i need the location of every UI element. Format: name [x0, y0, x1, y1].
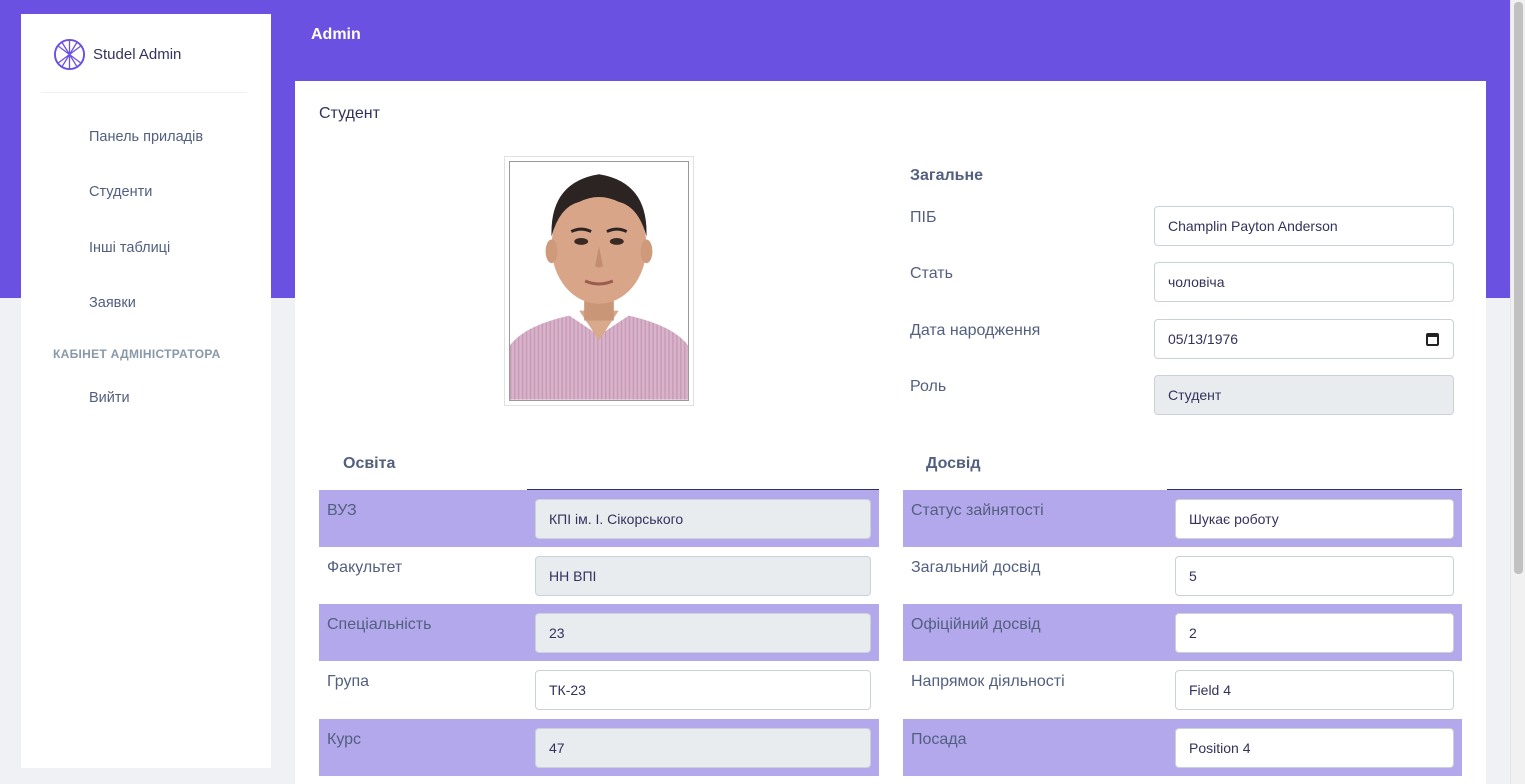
- role-field[interactable]: Студент: [1154, 375, 1454, 415]
- birthdate-value: 05/13/1976: [1168, 331, 1239, 347]
- gender-value: чоловіча: [1168, 274, 1225, 290]
- table-row: ВУЗ КПІ ім. І. Сікорського: [319, 490, 879, 547]
- specialty-value: 23: [549, 625, 565, 641]
- page-scrollbar[interactable]: [1510, 0, 1525, 784]
- experience-heading: Досвід: [926, 455, 981, 472]
- student-photo: [504, 156, 694, 406]
- employment-status-field[interactable]: Шукає роботу: [1175, 499, 1454, 539]
- sidebar: Studel Admin Панель приладів Студенти Ін…: [21, 14, 271, 768]
- sidebar-item-dashboard[interactable]: Панель приладів: [89, 129, 203, 145]
- faculty-label: Факультет: [327, 559, 403, 576]
- university-field[interactable]: КПІ ім. І. Сікорського: [535, 499, 871, 539]
- birthdate-label: Дата народження: [910, 322, 1041, 339]
- faculty-field[interactable]: НН ВПІ: [535, 556, 871, 596]
- specialty-label: Спеціальність: [327, 616, 432, 633]
- sidebar-item-logout[interactable]: Вийти: [89, 390, 130, 406]
- university-label: ВУЗ: [327, 502, 357, 519]
- table-row: Факультет НН ВПІ: [319, 547, 879, 604]
- course-label: Курс: [327, 731, 362, 748]
- table-row: Статус зайнятості Шукає роботу: [903, 490, 1462, 547]
- sidebar-item-students[interactable]: Студенти: [89, 184, 152, 200]
- table-row: Загальний досвід 5: [903, 547, 1462, 604]
- role-label: Роль: [910, 378, 947, 395]
- course-value: 47: [549, 740, 565, 756]
- brand-name: Studel Admin: [93, 45, 182, 63]
- employment-status-value: Шукає роботу: [1189, 511, 1279, 527]
- official-experience-label: Офіційний досвід: [911, 616, 1041, 633]
- brand-logo-icon: [53, 38, 86, 70]
- table-row: Напрямок діяльності Field 4: [903, 661, 1462, 718]
- group-label: Група: [327, 673, 370, 690]
- university-value: КПІ ім. І. Сікорського: [549, 511, 684, 527]
- sidebar-item-applications[interactable]: Заявки: [89, 295, 136, 311]
- field-of-activity-field[interactable]: Field 4: [1175, 670, 1454, 710]
- total-experience-field[interactable]: 5: [1175, 556, 1454, 596]
- education-heading: Освіта: [343, 455, 396, 472]
- group-field[interactable]: ТК-23: [535, 670, 871, 710]
- table-row: Спеціальність 23: [319, 604, 879, 661]
- field-of-activity-label: Напрямок діяльності: [911, 673, 1065, 690]
- position-value: Position 4: [1189, 740, 1251, 756]
- specialty-field[interactable]: 23: [535, 613, 871, 653]
- field-of-activity-value: Field 4: [1189, 682, 1232, 698]
- official-experience-value: 2: [1189, 625, 1197, 641]
- gender-field[interactable]: чоловіча: [1154, 262, 1454, 302]
- official-experience-field[interactable]: 2: [1175, 613, 1454, 653]
- full-name-label: ПІБ: [910, 209, 937, 226]
- employment-status-label: Статус зайнятості: [911, 502, 1044, 519]
- full-name-field[interactable]: Champlin Payton Anderson: [1154, 206, 1454, 246]
- position-field[interactable]: Position 4: [1175, 728, 1454, 768]
- full-name-value: Champlin Payton Anderson: [1168, 218, 1338, 234]
- portrait-icon: [510, 162, 688, 400]
- course-field[interactable]: 47: [535, 728, 871, 768]
- total-experience-label: Загальний досвід: [911, 559, 1041, 576]
- card-title: Студент: [319, 105, 380, 122]
- scrollbar-thumb[interactable]: [1514, 2, 1523, 574]
- faculty-value: НН ВПІ: [549, 568, 597, 584]
- total-experience-value: 5: [1189, 568, 1197, 584]
- sidebar-item-other-tables[interactable]: Інші таблиці: [89, 240, 170, 256]
- student-card: Студент Загальне ПІБ Champlin Payton And…: [295, 81, 1486, 784]
- brand[interactable]: Studel Admin: [53, 38, 181, 70]
- student-photo-image: [509, 161, 689, 401]
- position-label: Посада: [911, 731, 967, 748]
- role-value: Студент: [1168, 387, 1222, 403]
- calendar-icon[interactable]: [1426, 333, 1439, 346]
- table-row: Курс 47: [319, 719, 879, 776]
- table-row: Посада Position 4: [903, 719, 1462, 776]
- sidebar-divider: [41, 92, 247, 93]
- birthdate-field[interactable]: 05/13/1976: [1154, 319, 1454, 359]
- group-value: ТК-23: [549, 682, 586, 698]
- table-row: Офіційний досвід 2: [903, 604, 1462, 661]
- gender-label: Стать: [910, 265, 953, 282]
- sidebar-section-heading: КАБІНЕТ АДМІНІСТРАТОРА: [53, 347, 221, 361]
- general-heading: Загальне: [910, 167, 984, 184]
- page-title: Admin: [311, 26, 361, 43]
- table-row: Група ТК-23: [319, 661, 879, 718]
